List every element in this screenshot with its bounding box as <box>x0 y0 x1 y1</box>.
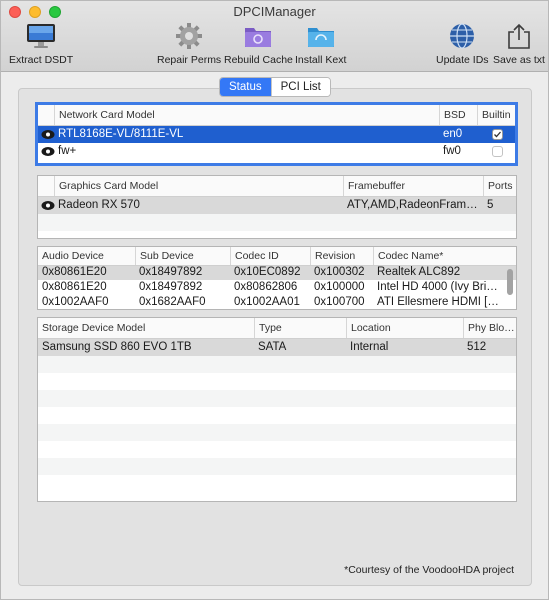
audio-subdevice-cell: 0x18497892 <box>139 281 203 293</box>
graphics-framebuffer-cell: ATY,AMD,RadeonFrame… <box>347 199 483 211</box>
share-icon <box>503 21 535 51</box>
purple-folder-icon <box>242 21 274 51</box>
save-as-txt-label: Save as txt <box>493 54 545 66</box>
audio-table[interactable]: Audio Device Sub Device Codec ID Revisio… <box>37 246 517 310</box>
audio-header-codec-id[interactable]: Codec ID <box>230 247 310 265</box>
audio-device-cell: 0x80861E20 <box>42 281 107 293</box>
audio-row[interactable]: 0x80861E20 0x18497892 0x80862806 0x10000… <box>38 280 516 295</box>
audio-revision-cell: 0x100000 <box>314 281 365 293</box>
storage-table[interactable]: Storage Device Model Type Location Phy B… <box>37 317 517 502</box>
network-header-builtin[interactable]: Builtin <box>477 105 515 125</box>
audio-revision-cell: 0x100302 <box>314 266 365 278</box>
audio-device-cell: 0x80861E20 <box>42 266 107 278</box>
audio-codec-id-cell: 0x1002AA01 <box>234 296 300 308</box>
storage-header-location[interactable]: Location <box>346 318 463 338</box>
audio-codec-id-cell: 0x80862806 <box>234 281 298 293</box>
audio-codec-name-cell: Realtek ALC892 <box>377 266 461 278</box>
network-table-header: Network Card Model BSD Builtin <box>38 105 515 126</box>
empty-row <box>38 458 516 475</box>
graphics-model-cell: Radeon RX 570 <box>58 199 140 211</box>
network-model-cell: fw+ <box>58 145 77 157</box>
status-panel: Network Card Model BSD Builtin RTL8168E-… <box>18 88 532 586</box>
storage-model-cell: Samsung SSD 860 EVO 1TB <box>42 341 192 353</box>
title-bar: DPCIManager Extract DSDT Repair Perms Re… <box>1 1 548 72</box>
builtin-checkbox[interactable] <box>492 129 503 140</box>
tab-pci-list[interactable]: PCI List <box>270 78 330 96</box>
audio-header-revision[interactable]: Revision <box>310 247 373 265</box>
empty-row <box>38 407 516 424</box>
repair-perms-button[interactable]: Repair Perms <box>157 21 221 66</box>
graphics-row[interactable]: Radeon RX 570 ATY,AMD,RadeonFrame… 5 <box>38 197 516 214</box>
empty-row <box>38 441 516 458</box>
audio-codec-id-cell: 0x10EC0892 <box>234 266 301 278</box>
graphics-ports-cell: 5 <box>487 199 494 211</box>
install-kext-label: Install Kext <box>295 54 347 66</box>
globe-icon <box>446 21 478 51</box>
eye-icon <box>41 147 55 156</box>
builtin-checkbox[interactable] <box>492 146 503 157</box>
rebuild-cache-button[interactable]: Rebuild Cache <box>224 21 293 66</box>
monitor-icon <box>25 21 57 51</box>
footer-credit: *Courtesy of the VoodooHDA project <box>344 564 514 576</box>
empty-row <box>38 214 516 231</box>
graphics-header-framebuffer[interactable]: Framebuffer <box>343 176 483 196</box>
audio-codec-name-cell: Intel HD 4000 (Ivy Bri… <box>377 281 498 293</box>
audio-header-codec-name[interactable]: Codec Name* <box>373 247 516 265</box>
empty-row <box>38 424 516 441</box>
audio-header-device[interactable]: Audio Device <box>38 247 135 265</box>
storage-location-cell: Internal <box>350 341 389 353</box>
empty-row <box>38 356 516 373</box>
audio-subdevice-cell: 0x1682AAF0 <box>139 296 206 308</box>
graphics-header-model[interactable]: Graphics Card Model <box>54 176 343 196</box>
empty-row <box>38 373 516 390</box>
graphics-header-ports[interactable]: Ports <box>483 176 516 196</box>
network-row[interactable]: RTL8168E-VL/8111E-VL en0 <box>38 126 515 143</box>
storage-type-cell: SATA <box>258 341 287 353</box>
network-table[interactable]: Network Card Model BSD Builtin RTL8168E-… <box>35 102 518 166</box>
eye-icon <box>41 201 55 210</box>
eye-icon <box>41 130 55 139</box>
storage-row[interactable]: Samsung SSD 860 EVO 1TB SATA Internal 51… <box>38 339 516 356</box>
graphics-table-header: Graphics Card Model Framebuffer Ports <box>38 176 516 197</box>
audio-scrollbar[interactable] <box>507 269 513 295</box>
audio-subdevice-cell: 0x18497892 <box>139 266 203 278</box>
audio-revision-cell: 0x100700 <box>314 296 365 308</box>
storage-table-header: Storage Device Model Type Location Phy B… <box>38 318 516 339</box>
empty-row <box>38 475 516 492</box>
rebuild-cache-label: Rebuild Cache <box>224 54 293 66</box>
audio-row[interactable]: 0x80861E20 0x18497892 0x10EC0892 0x10030… <box>38 266 516 280</box>
window-title: DPCIManager <box>233 4 316 19</box>
view-segmented-control: Status PCI List <box>219 77 331 97</box>
app-window: DPCIManager Extract DSDT Repair Perms Re… <box>0 0 549 600</box>
audio-codec-name-cell: ATI Ellesmere HDMI [… <box>377 296 499 308</box>
extract-dsdt-button[interactable]: Extract DSDT <box>9 21 73 66</box>
gear-icon <box>173 21 205 51</box>
storage-header-type[interactable]: Type <box>254 318 346 338</box>
audio-header-subdevice[interactable]: Sub Device <box>135 247 230 265</box>
update-ids-button[interactable]: Update IDs <box>436 21 489 66</box>
audio-table-header: Audio Device Sub Device Codec ID Revisio… <box>38 247 516 266</box>
audio-row[interactable]: 0x1002AAF0 0x1682AAF0 0x1002AA01 0x10070… <box>38 295 516 309</box>
extract-dsdt-label: Extract DSDT <box>9 54 74 66</box>
storage-phy-block-cell: 512 <box>467 341 487 353</box>
update-ids-label: Update IDs <box>436 54 489 66</box>
network-header-bsd[interactable]: BSD <box>439 105 477 125</box>
blue-folder-icon <box>305 21 337 51</box>
network-model-cell: RTL8168E-VL/8111E-VL <box>58 128 184 140</box>
save-as-txt-button[interactable]: Save as txt <box>493 21 545 66</box>
storage-header-phy-block[interactable]: Phy Blo… <box>463 318 516 338</box>
repair-perms-label: Repair Perms <box>157 54 222 66</box>
audio-device-cell: 0x1002AAF0 <box>42 296 109 308</box>
graphics-table[interactable]: Graphics Card Model Framebuffer Ports Ra… <box>37 175 517 239</box>
storage-header-model[interactable]: Storage Device Model <box>38 318 254 338</box>
tab-status[interactable]: Status <box>220 78 271 96</box>
network-bsd-cell: en0 <box>443 128 463 140</box>
network-header-model[interactable]: Network Card Model <box>54 105 439 125</box>
empty-row <box>38 390 516 407</box>
checkmark-icon <box>494 131 501 138</box>
install-kext-button[interactable]: Install Kext <box>295 21 346 66</box>
network-bsd-cell: fw0 <box>443 145 461 157</box>
network-row[interactable]: fw+ fw0 <box>38 143 515 160</box>
